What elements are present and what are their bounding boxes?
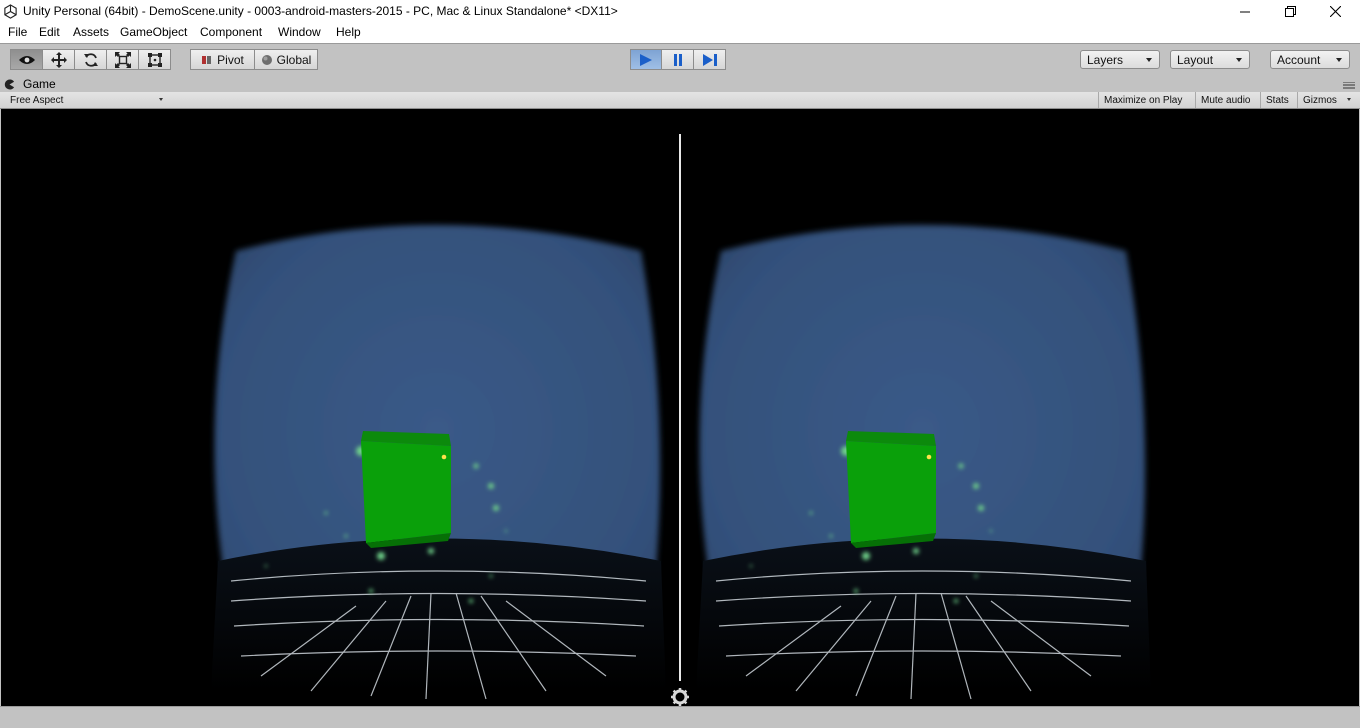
- menu-edit[interactable]: Edit: [39, 25, 60, 39]
- status-bar: [0, 706, 1360, 728]
- layout-dropdown[interactable]: Layout: [1170, 50, 1250, 69]
- pivot-icon: [202, 55, 212, 64]
- minimize-icon: [1240, 11, 1250, 12]
- pivot-toggle-button[interactable]: Pivot: [190, 49, 255, 70]
- close-icon: [1329, 6, 1341, 17]
- window-title: Unity Personal (64bit) - DemoScene.unity…: [23, 4, 618, 18]
- mute-audio-label: Mute audio: [1201, 94, 1251, 106]
- game-view[interactable]: [1, 109, 1359, 706]
- stats-label: Stats: [1266, 94, 1289, 106]
- step-icon: [702, 53, 717, 66]
- rect-tool-button[interactable]: [138, 49, 171, 70]
- move-arrows-icon: [50, 51, 67, 68]
- gizmos-label: Gizmos: [1303, 94, 1337, 106]
- eye-icon: [18, 55, 35, 64]
- pause-icon: [673, 53, 682, 66]
- scale-tool-button[interactable]: [106, 49, 139, 70]
- panel-menu-icon[interactable]: [1343, 82, 1355, 90]
- scale-icon: [114, 51, 131, 68]
- chevron-down-icon: [159, 98, 163, 101]
- play-icon: [640, 53, 652, 66]
- maximize-on-play-label: Maximize on Play: [1104, 94, 1183, 106]
- menu-window[interactable]: Window: [278, 25, 321, 39]
- account-dropdown[interactable]: Account: [1270, 50, 1350, 69]
- layers-label: Layers: [1087, 52, 1124, 67]
- menu-help[interactable]: Help: [336, 25, 361, 39]
- menu-component[interactable]: Component: [200, 25, 262, 39]
- maximize-on-play-toggle[interactable]: Maximize on Play: [1098, 92, 1187, 108]
- menu-assets[interactable]: Assets: [73, 25, 109, 39]
- left-eye-view: [211, 225, 666, 699]
- game-view-toolbar: Free Aspect Maximize on Play Mute audio …: [0, 92, 1360, 109]
- play-button[interactable]: [630, 49, 662, 70]
- account-label: Account: [1277, 52, 1321, 67]
- rotate-tool-button[interactable]: [74, 49, 107, 70]
- global-label: Global: [276, 52, 312, 67]
- stereo-render: [1, 109, 1359, 706]
- game-tab-label: Game: [23, 77, 56, 91]
- minimize-button[interactable]: [1222, 0, 1268, 23]
- move-tool-button[interactable]: [42, 49, 75, 70]
- tab-game[interactable]: Game: [4, 76, 84, 92]
- menu-file[interactable]: File: [8, 25, 27, 39]
- main-toolbar: Pivot Global Layers Layout Account: [0, 43, 1360, 76]
- restore-button[interactable]: [1267, 0, 1313, 23]
- pause-button[interactable]: [661, 49, 694, 70]
- pacman-game-icon: [4, 78, 15, 90]
- restore-icon: [1284, 6, 1296, 17]
- pivot-label: Pivot: [217, 52, 244, 67]
- chevron-down-icon: [1146, 58, 1152, 62]
- layout-label: Layout: [1177, 52, 1214, 67]
- mute-audio-toggle[interactable]: Mute audio: [1195, 92, 1255, 108]
- chevron-down-icon: [1236, 58, 1242, 62]
- menu-gameobject[interactable]: GameObject: [120, 25, 187, 39]
- rotate-icon: [83, 52, 98, 67]
- chevron-down-icon: [1347, 98, 1351, 101]
- unity-logo-icon: [4, 4, 17, 19]
- game-tab-bar: Game: [0, 76, 1360, 92]
- stats-toggle[interactable]: Stats: [1260, 92, 1294, 108]
- close-button[interactable]: [1312, 0, 1358, 23]
- global-toggle-button[interactable]: Global: [254, 49, 318, 70]
- layers-dropdown[interactable]: Layers: [1080, 50, 1160, 69]
- view-tool-button[interactable]: [10, 49, 43, 70]
- chevron-down-icon: [1336, 58, 1342, 62]
- right-eye-view: [696, 225, 1151, 699]
- menu-bar: File Edit Assets GameObject Component Wi…: [0, 23, 1360, 43]
- aspect-label: Free Aspect: [10, 94, 64, 106]
- aspect-dropdown[interactable]: Free Aspect: [5, 92, 167, 108]
- globe-icon: [261, 54, 272, 65]
- step-button[interactable]: [693, 49, 726, 70]
- gizmos-dropdown[interactable]: Gizmos: [1297, 92, 1355, 108]
- title-bar: Unity Personal (64bit) - DemoScene.unity…: [0, 0, 1360, 23]
- rect-transform-icon: [147, 52, 162, 67]
